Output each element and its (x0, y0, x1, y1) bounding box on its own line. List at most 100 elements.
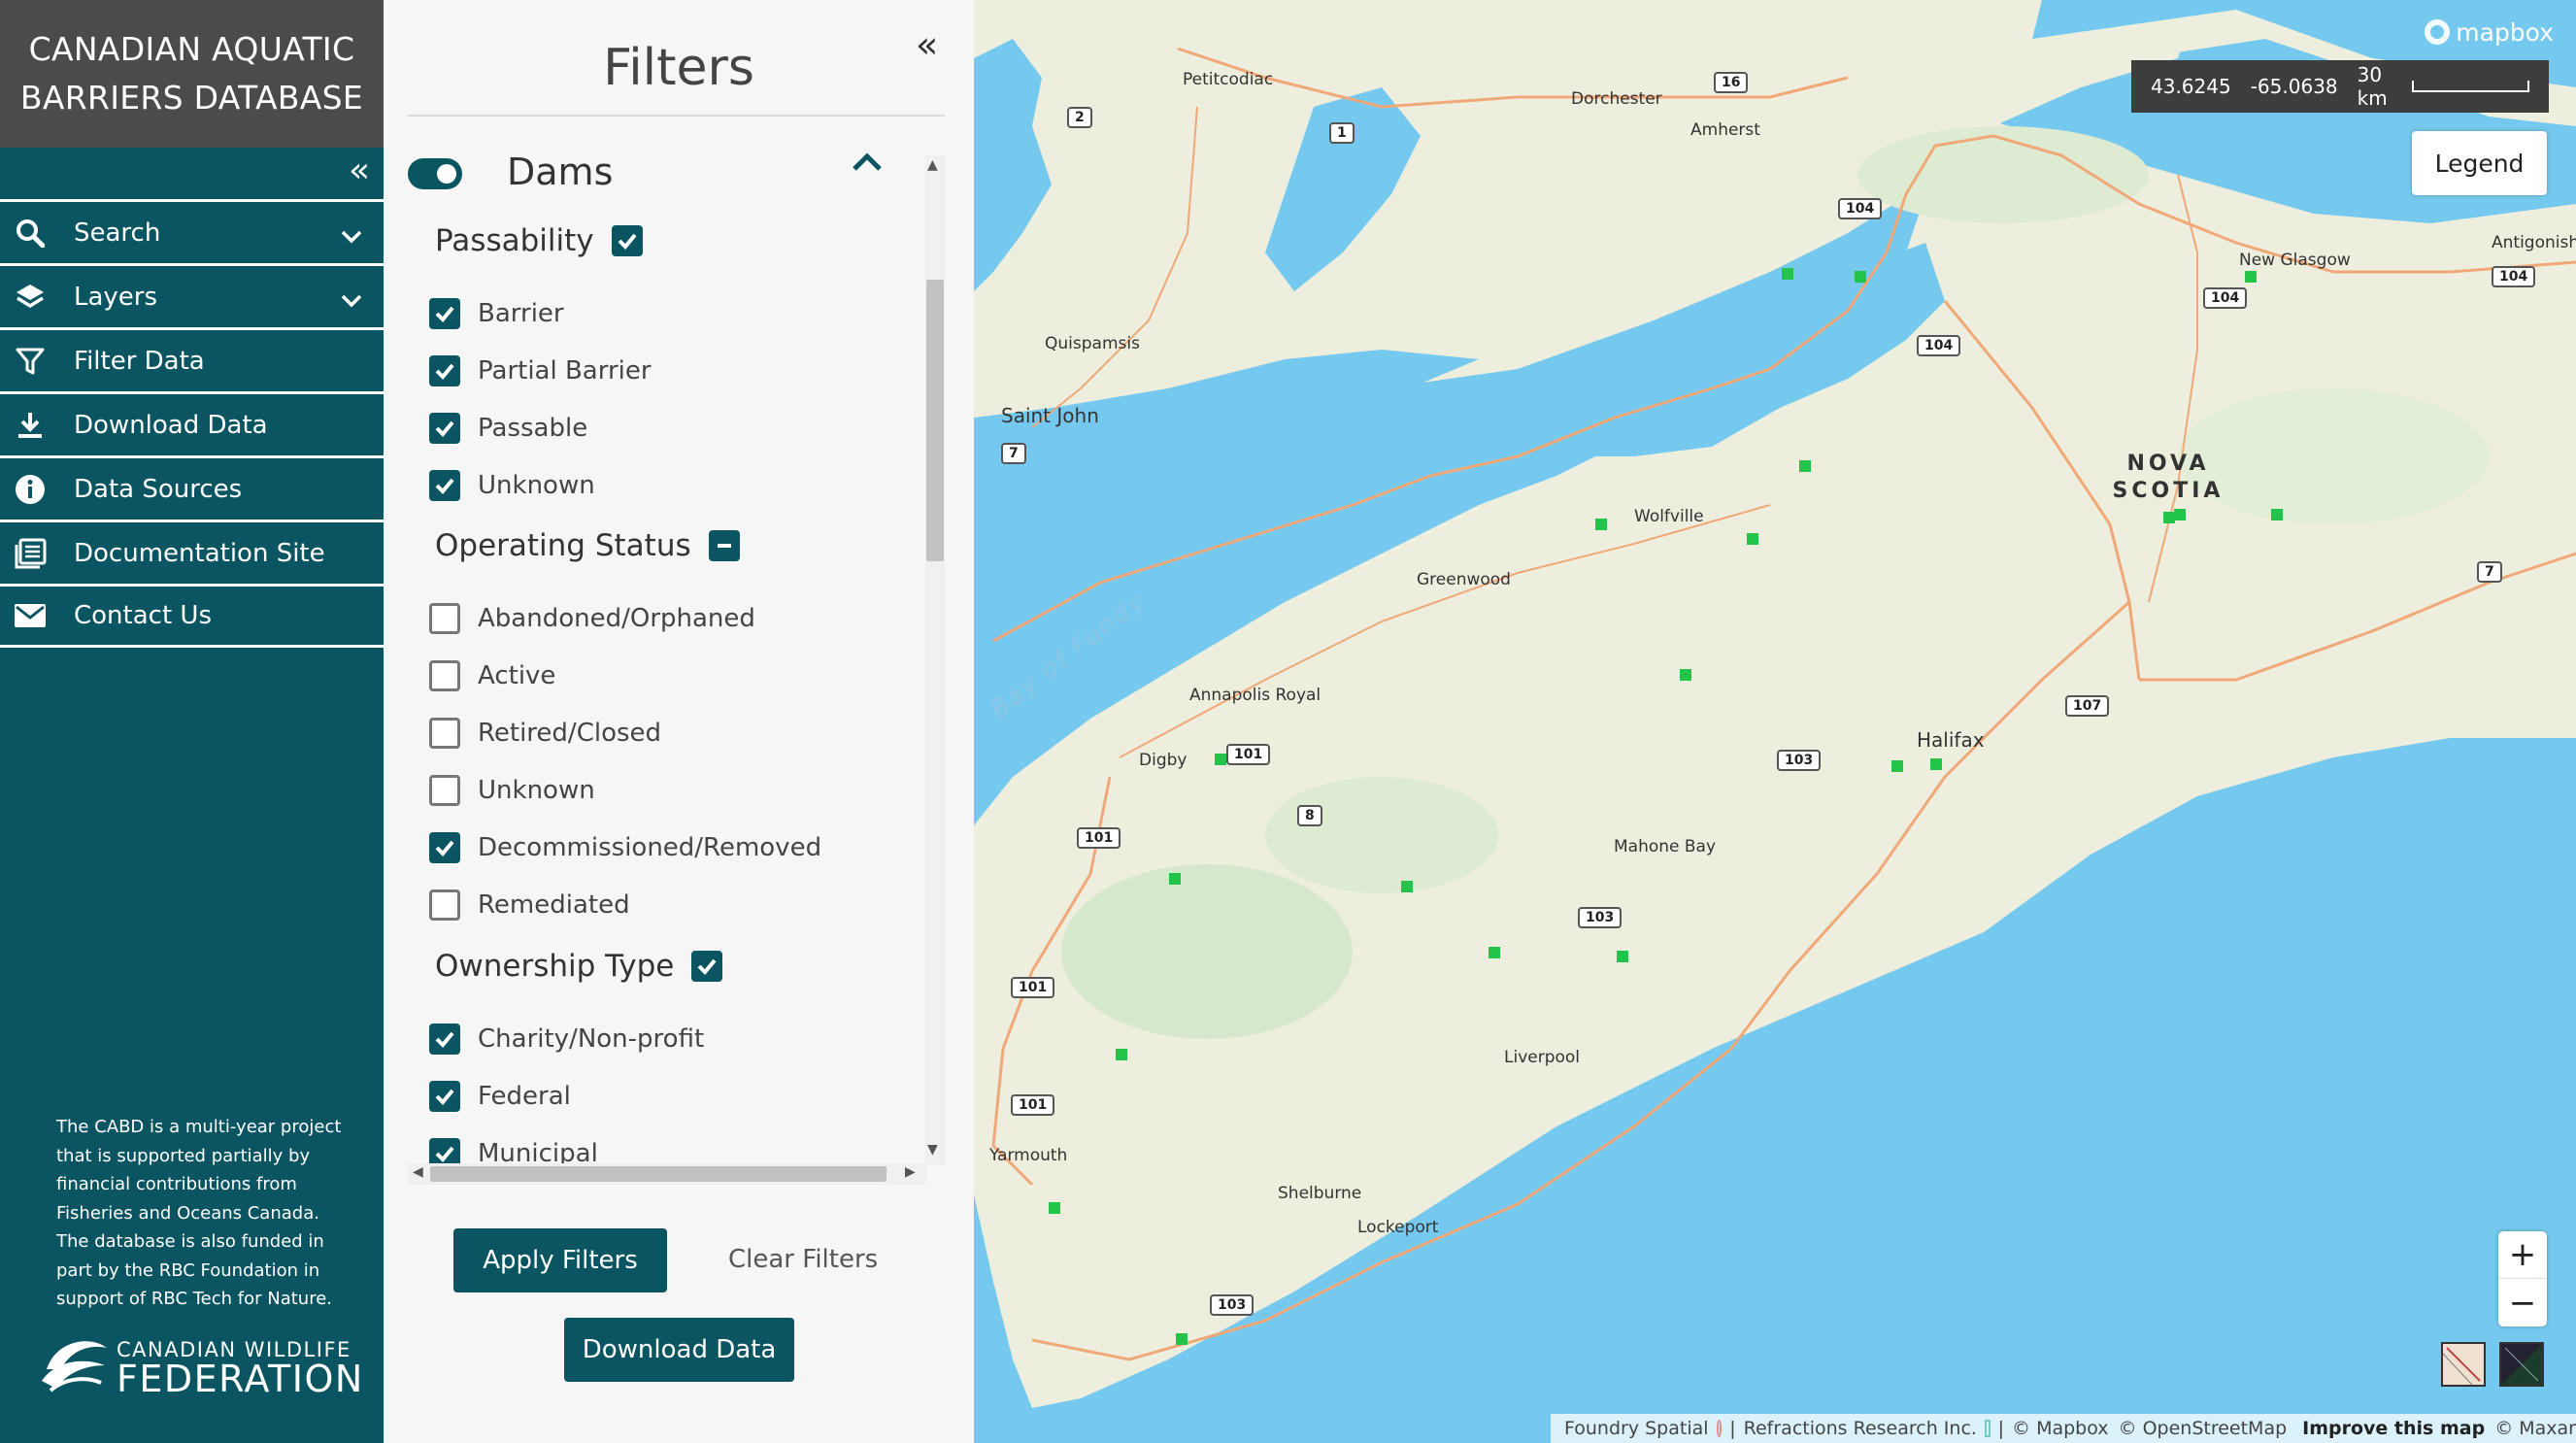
passability-partial-barrier-option[interactable]: Partial Barrier (429, 352, 652, 390)
nav-item-filter-data[interactable]: Filter Data (0, 327, 384, 391)
chevron-up-icon[interactable] (852, 151, 883, 176)
nav-item-download-data[interactable]: Download Data (0, 391, 384, 455)
nav-label-documentation-site: Documentation Site (74, 538, 325, 568)
dam-marker[interactable] (1401, 881, 1413, 892)
download-data-button[interactable]: Download Data (564, 1318, 794, 1382)
improve-map-link[interactable]: Improve this map (2302, 1418, 2485, 1439)
status-decommissioned-option[interactable]: Decommissioned/Removed (429, 828, 821, 867)
dam-marker[interactable] (1799, 460, 1811, 472)
status-unknown-option[interactable]: Unknown (429, 771, 595, 810)
dam-marker[interactable] (1855, 271, 1866, 283)
status-abandoned-option[interactable]: Abandoned/Orphaned (429, 599, 755, 638)
highway-shield: 8 (1297, 805, 1322, 826)
dam-marker[interactable] (1747, 533, 1758, 545)
attribution-refractions[interactable]: Refractions Research Inc. (1744, 1418, 1977, 1439)
dam-marker[interactable] (2245, 271, 2257, 283)
ownership-federal-option[interactable]: Federal (429, 1077, 571, 1116)
mapbox-logo-text: mapbox (2456, 17, 2554, 47)
basemap-streets-toggle[interactable] (2441, 1342, 2486, 1387)
status-active-option[interactable]: Active (429, 656, 555, 695)
dam-marker[interactable] (1891, 760, 1903, 772)
status-remediated-option[interactable]: Remediated (429, 886, 630, 924)
dams-toggle[interactable] (408, 158, 462, 189)
sidebar-collapse-icon[interactable]: « (349, 153, 370, 188)
dam-marker[interactable] (1680, 669, 1691, 681)
app-title-line1: CANADIAN AQUATIC (28, 30, 355, 68)
dam-marker[interactable] (1169, 873, 1181, 885)
mapbox-logo[interactable]: mapbox (2423, 17, 2554, 47)
scroll-up-arrow-icon[interactable]: ▲ (927, 157, 938, 173)
checkbox-unchecked[interactable] (429, 718, 460, 749)
app-title: CANADIAN AQUATIC BARRIERS DATABASE (20, 25, 363, 122)
dam-marker[interactable] (2271, 509, 2283, 520)
dam-marker[interactable] (1176, 1333, 1188, 1345)
dam-marker[interactable] (1215, 754, 1226, 765)
download-icon (14, 409, 47, 442)
attribution-osm[interactable]: © OpenStreetMap (2119, 1418, 2288, 1439)
app-title-line2: BARRIERS DATABASE (19, 79, 364, 117)
passability-unknown-option[interactable]: Unknown (429, 466, 595, 505)
ownership-type-title: Ownership Type (435, 949, 723, 984)
map-label-nova: NOVA (2126, 452, 2210, 476)
checkbox-unchecked[interactable] (429, 889, 460, 921)
nav-item-layers[interactable]: Layers (0, 263, 384, 327)
option-label: Abandoned/Orphaned (478, 604, 755, 633)
dam-marker[interactable] (1782, 268, 1793, 280)
nav-item-contact-us[interactable]: Contact Us (0, 584, 384, 648)
map[interactable]: Petitcodiac Dorchester Amherst Antigonis… (974, 0, 2576, 1443)
clear-filters-button[interactable]: Clear Filters (728, 1245, 878, 1274)
operating-status-partial-checkbox[interactable] (708, 530, 740, 561)
separator: | (1729, 1418, 1736, 1439)
highway-shield: 2 (1067, 107, 1092, 128)
checkbox-unchecked[interactable] (429, 603, 460, 634)
dam-marker[interactable] (1049, 1202, 1060, 1214)
dam-marker[interactable] (1595, 519, 1607, 530)
status-retired-option[interactable]: Retired/Closed (429, 714, 661, 753)
documentation-icon (14, 537, 47, 570)
map-label-shelburne: Shelburne (1278, 1184, 1362, 1203)
basemap-satellite-toggle[interactable] (2499, 1342, 2544, 1387)
checkbox-unchecked[interactable] (429, 660, 460, 691)
passability-passable-option[interactable]: Passable (429, 409, 587, 448)
legend-button[interactable]: Legend (2412, 131, 2547, 195)
dam-marker[interactable] (1930, 758, 1942, 770)
nav-item-search[interactable]: Search (0, 199, 384, 263)
apply-filters-button[interactable]: Apply Filters (453, 1228, 667, 1292)
attribution-mapbox[interactable]: © Mapbox (2012, 1418, 2108, 1439)
map-label-wolfville: Wolfville (1634, 507, 1704, 526)
panel-collapse-icon[interactable]: « (916, 23, 938, 66)
ownership-select-all-checkbox[interactable] (691, 951, 723, 982)
dam-marker[interactable] (1489, 947, 1500, 958)
ownership-charity-option[interactable]: Charity/Non-profit (429, 1020, 704, 1058)
checkbox-checked[interactable] (429, 413, 460, 444)
nav-item-data-sources[interactable]: Data Sources (0, 455, 384, 520)
attribution-foundry[interactable]: Foundry Spatial (1564, 1418, 1709, 1439)
horizontal-scrollbar-thumb[interactable] (430, 1166, 887, 1182)
checkbox-checked[interactable] (429, 1024, 460, 1055)
scroll-down-arrow-icon[interactable]: ▼ (927, 1142, 938, 1158)
option-label: Barrier (478, 299, 564, 328)
attribution-maxar[interactable]: © Maxar (2494, 1418, 2576, 1439)
passability-select-all-checkbox[interactable] (611, 225, 643, 256)
map-label-lockeport: Lockeport (1357, 1218, 1439, 1237)
ownership-type-label: Ownership Type (435, 949, 675, 984)
dam-marker[interactable] (2163, 512, 2175, 523)
checkbox-checked[interactable] (429, 470, 460, 501)
nav-item-documentation-site[interactable]: Documentation Site (0, 520, 384, 584)
longitude-value: -65.0638 (2250, 75, 2338, 98)
checkbox-checked[interactable] (429, 298, 460, 329)
checkbox-checked[interactable] (429, 832, 460, 863)
scroll-left-arrow-icon[interactable]: ◀ (413, 1164, 423, 1180)
checkbox-checked[interactable] (429, 355, 460, 386)
dam-marker[interactable] (1617, 951, 1628, 962)
dam-marker[interactable] (1116, 1049, 1127, 1060)
zoom-in-button[interactable]: + (2498, 1231, 2547, 1279)
scroll-right-arrow-icon[interactable]: ▶ (905, 1164, 916, 1180)
dam-marker[interactable] (2174, 509, 2186, 520)
zoom-out-button[interactable]: − (2498, 1279, 2547, 1326)
refractions-logo-icon (1984, 1420, 1991, 1437)
checkbox-unchecked[interactable] (429, 775, 460, 806)
passability-barrier-option[interactable]: Barrier (429, 294, 564, 333)
checkbox-checked[interactable] (429, 1081, 460, 1112)
vertical-scrollbar-thumb[interactable] (926, 280, 944, 561)
